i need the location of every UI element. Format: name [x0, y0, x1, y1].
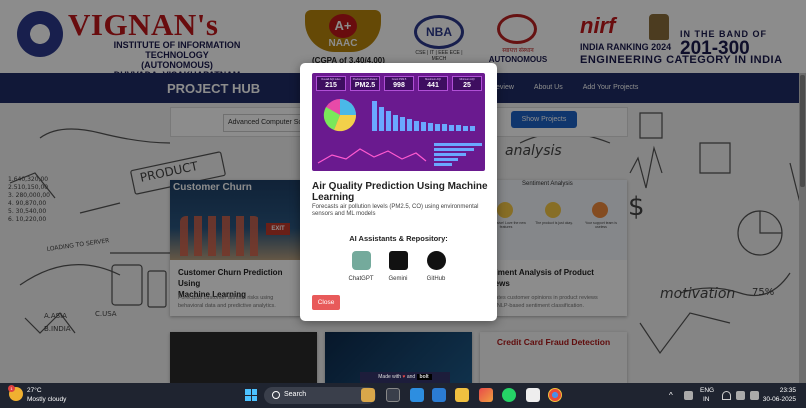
- wifi-icon[interactable]: [722, 391, 731, 400]
- taskbar-search[interactable]: Search: [264, 387, 376, 404]
- weather-temperature[interactable]: 27°C: [27, 387, 42, 394]
- volume-icon[interactable]: [736, 391, 745, 400]
- kpi-maximum-aqi: Maximum AQI 441: [418, 76, 448, 91]
- bar-chart-graphic: [372, 101, 475, 131]
- modal-project-title: Air Quality Prediction Using Machine Lea…: [312, 181, 488, 203]
- made-with-credit: Made with ♥ and bolt: [360, 372, 450, 383]
- kpi-minimum-aqi: Minimum AQI 25: [452, 76, 482, 91]
- dashboard-charts-graphic: [317, 99, 482, 166]
- input-region[interactable]: IN: [703, 396, 710, 403]
- tray-chevron-up-icon[interactable]: ^: [669, 391, 673, 400]
- project-detail-modal: Overall AQI index 215 Predominant Pollut…: [300, 63, 497, 321]
- chatgpt-icon: [351, 251, 371, 270]
- file-explorer-icon[interactable]: [455, 388, 469, 402]
- ai-assistants-heading: AI Assistants & Repository:: [349, 234, 448, 243]
- task-view-icon[interactable]: [386, 388, 400, 402]
- aqi-dashboard-preview: Overall AQI index 215 Predominant Pollut…: [312, 73, 485, 171]
- windows-start-icon[interactable]: [245, 389, 257, 401]
- weather-condition[interactable]: Mostly cloudy: [27, 396, 66, 403]
- kpi-predominant-pollutant: Predominant Pollutant PM2.5: [350, 76, 380, 91]
- taskbar-clock[interactable]: 23:35: [774, 387, 796, 394]
- modal-project-description: Forecasts air pollution levels (PM2.5, C…: [312, 204, 479, 217]
- weather-notification-badge: 1: [8, 385, 15, 392]
- tray-app-icon[interactable]: [684, 391, 693, 400]
- whatsapp-icon[interactable]: [502, 388, 516, 402]
- input-language[interactable]: ENG: [700, 387, 714, 394]
- gemini-icon: [388, 251, 408, 270]
- modal-close-button[interactable]: Close: [312, 295, 340, 310]
- microsoft-store-icon[interactable]: [526, 388, 540, 402]
- line-chart-graphic: [317, 148, 427, 164]
- chatgpt-link[interactable]: ChatGPT: [341, 251, 381, 282]
- vscode-icon[interactable]: [432, 388, 446, 402]
- bolt-badge[interactable]: bolt: [416, 374, 432, 380]
- kpi-overall-aqi: Overall AQI index 215: [316, 76, 346, 91]
- github-icon: [426, 251, 446, 270]
- edge-icon[interactable]: [410, 388, 424, 402]
- github-link[interactable]: GitHub: [416, 251, 456, 282]
- pinned-app-icon-1[interactable]: [361, 388, 375, 402]
- copilot-icon[interactable]: [479, 388, 493, 402]
- kpi-count-pm25: Count PM2.5 998: [384, 76, 414, 91]
- gemini-link[interactable]: Gemini: [378, 251, 418, 282]
- windows-taskbar: 1 27°C Mostly cloudy Search ^ ENG IN 23:…: [0, 383, 806, 408]
- search-icon: [272, 391, 280, 399]
- heart-icon: ♥: [402, 374, 406, 380]
- taskbar-date[interactable]: 30-06-2025: [758, 396, 796, 403]
- chrome-icon[interactable]: [548, 388, 562, 402]
